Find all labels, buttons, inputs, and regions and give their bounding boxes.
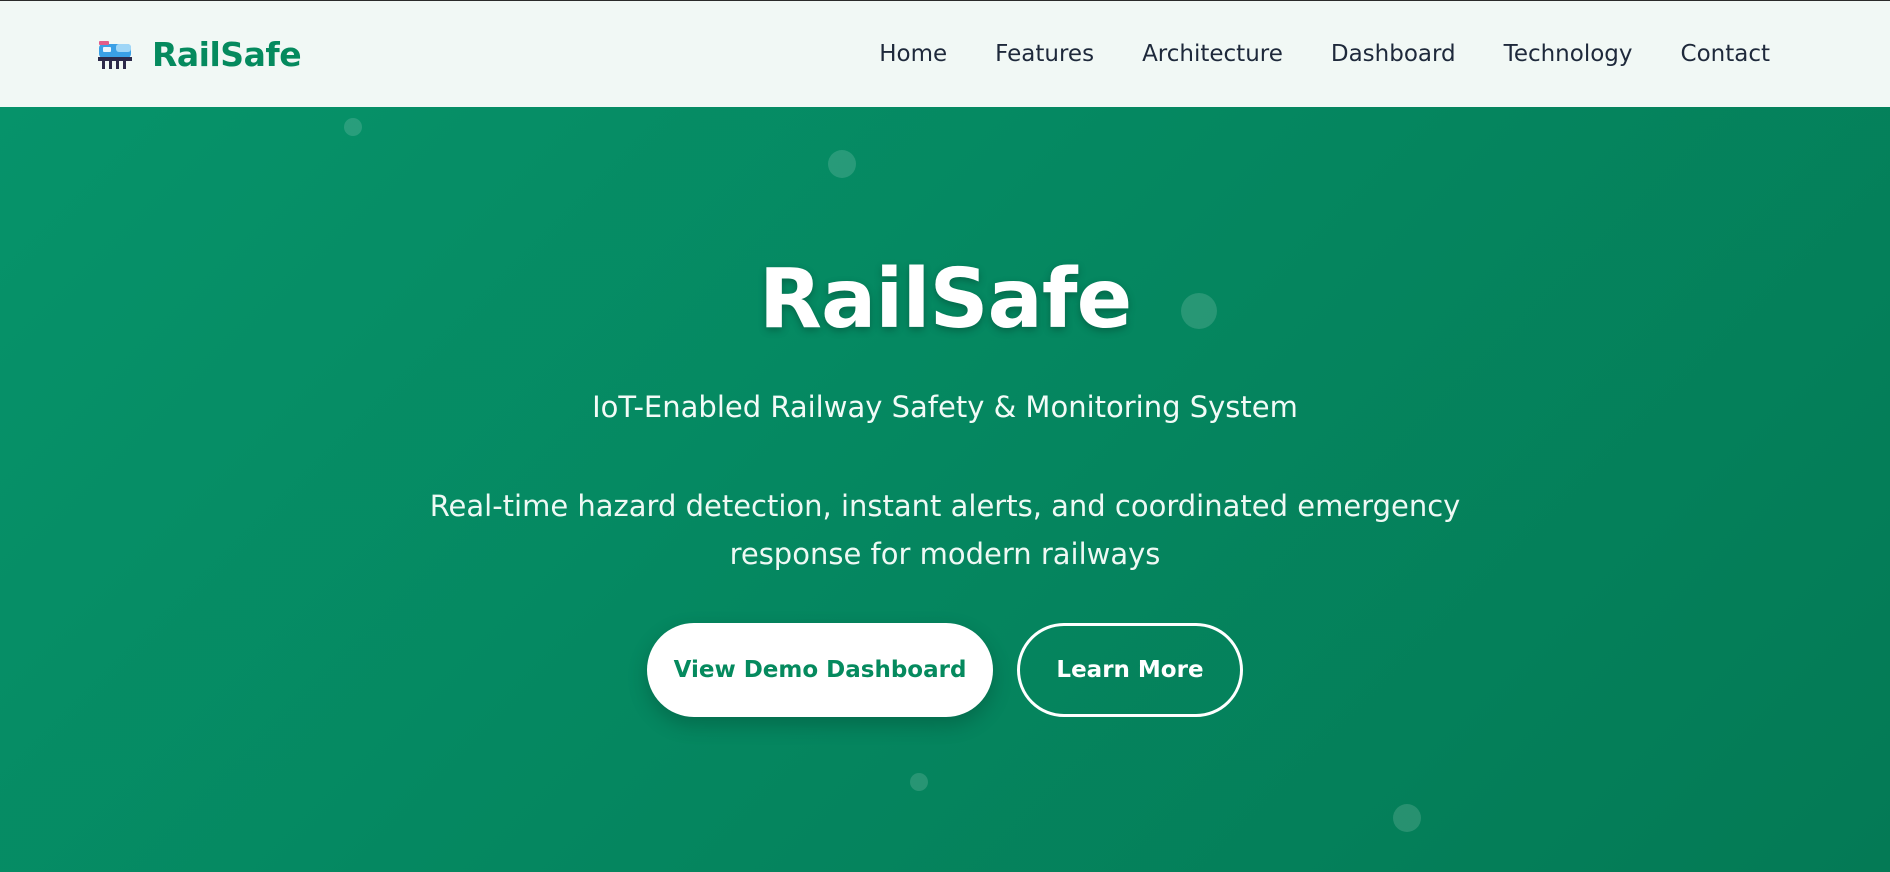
nav-link-technology[interactable]: Technology [1504, 41, 1633, 67]
hero-description: Real-time hazard detection, instant aler… [429, 489, 1461, 571]
nav-item-dashboard: Dashboard [1331, 41, 1456, 67]
brand-logo-link[interactable]: RailSafe [96, 34, 302, 74]
learn-more-button[interactable]: Learn More [1017, 623, 1243, 717]
hero-section: RailSafe IoT-Enabled Railway Safety & Mo… [0, 107, 1890, 872]
hero-subtitle: IoT-Enabled Railway Safety & Monitoring … [592, 390, 1298, 424]
decorative-bubble [828, 150, 856, 178]
nav-link-features[interactable]: Features [995, 41, 1094, 67]
hero-buttons: View Demo Dashboard Learn More [0, 623, 1890, 717]
navbar: RailSafe Home Features Architecture Dash… [0, 0, 1890, 107]
nav-item-features: Features [995, 41, 1094, 67]
main-nav: Home Features Architecture Dashboard Tec… [879, 41, 1770, 67]
decorative-bubble [910, 773, 928, 791]
nav-item-technology: Technology [1504, 41, 1633, 67]
decorative-bubble [344, 118, 362, 136]
nav-item-architecture: Architecture [1142, 41, 1283, 67]
nav-link-contact[interactable]: Contact [1681, 41, 1770, 67]
hero-title: RailSafe [758, 252, 1132, 347]
nav-link-architecture[interactable]: Architecture [1142, 41, 1283, 67]
brand-name: RailSafe [152, 34, 302, 74]
decorative-bubble [1393, 804, 1421, 832]
view-demo-dashboard-button[interactable]: View Demo Dashboard [647, 623, 993, 717]
train-icon [98, 41, 132, 69]
nav-item-contact: Contact [1681, 41, 1770, 67]
nav-link-home[interactable]: Home [879, 41, 947, 67]
nav-item-home: Home [879, 41, 947, 67]
nav-link-dashboard[interactable]: Dashboard [1331, 41, 1456, 67]
nav-links: Home Features Architecture Dashboard Tec… [879, 41, 1770, 67]
